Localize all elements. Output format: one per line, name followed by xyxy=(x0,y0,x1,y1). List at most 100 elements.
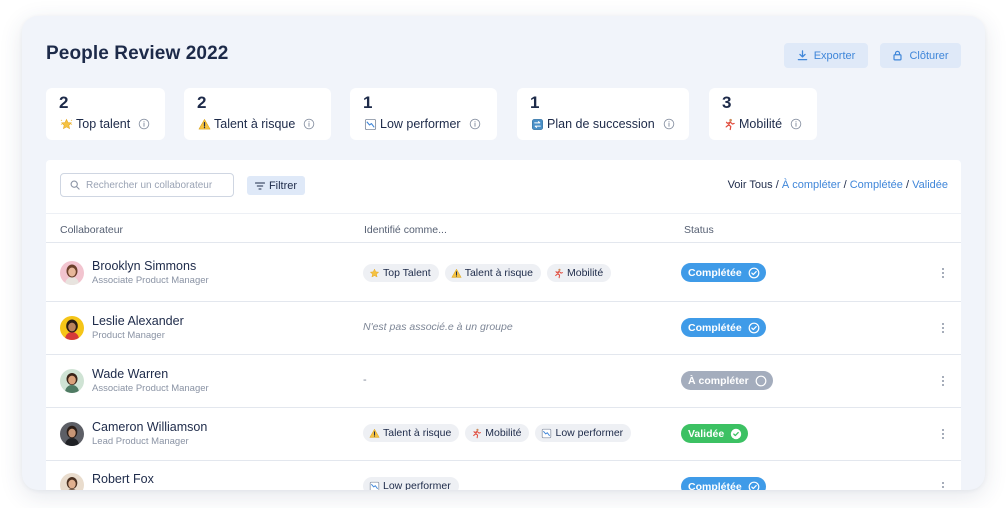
row-menu-icon[interactable] xyxy=(939,428,947,440)
tag-label: Talent à risque xyxy=(464,267,533,279)
info-icon[interactable] xyxy=(663,118,675,130)
lock-icon xyxy=(893,50,903,61)
star-icon xyxy=(59,117,73,131)
stat-label: Mobilité xyxy=(739,117,783,131)
view-all-link[interactable]: Tous xyxy=(749,179,772,191)
collaborator-role: Lead Product Manager xyxy=(92,436,189,447)
table-row[interactable]: Wade Warren Associate Product Manager - … xyxy=(46,355,961,408)
table-row[interactable]: Leslie Alexander Product Manager N'est p… xyxy=(46,302,961,355)
table-row[interactable]: Robert Fox Low performer Complétée xyxy=(46,461,961,490)
search-input[interactable] xyxy=(86,179,226,191)
row-menu-icon[interactable] xyxy=(939,481,947,490)
export-button[interactable]: Exporter xyxy=(784,43,868,68)
collaborator-role: Associate Product Manager xyxy=(92,383,209,394)
avatar xyxy=(60,261,84,285)
column-header-collaborator: Collaborateur xyxy=(60,224,124,236)
table-row[interactable]: Cameron Williamson Lead Product Manager … xyxy=(46,408,961,461)
collaborator-name: Wade Warren xyxy=(92,367,169,381)
empty-circle-icon xyxy=(755,375,767,386)
row-menu-icon[interactable] xyxy=(939,322,947,334)
tag-talent-at-risk: Talent à risque xyxy=(444,264,541,282)
info-icon[interactable] xyxy=(790,118,802,130)
search-icon xyxy=(70,180,80,190)
warning-icon xyxy=(197,117,211,131)
check-circle-icon xyxy=(748,481,760,490)
row-menu-icon[interactable] xyxy=(939,375,947,387)
avatar xyxy=(60,369,84,393)
status-badge[interactable]: Complétée xyxy=(681,318,766,337)
check-circle-icon xyxy=(748,267,760,278)
stat-count: 3 xyxy=(722,93,732,112)
page-title: People Review 2022 xyxy=(46,43,229,64)
stat-card-succession-plan[interactable]: 1 Plan de succession xyxy=(517,88,689,140)
tag-mobility: Mobilité xyxy=(465,424,530,442)
runner-icon xyxy=(553,268,564,279)
stat-label: Talent à risque xyxy=(214,117,296,131)
runner-icon xyxy=(722,117,736,131)
collaborator-name: Leslie Alexander xyxy=(92,314,184,328)
tag-low-performer: Low performer xyxy=(363,477,459,490)
tag-label: Top Talent xyxy=(383,267,431,279)
stat-card-low-performer[interactable]: 1 Low performer xyxy=(350,88,497,140)
status-badge[interactable]: Complétée xyxy=(681,477,766,490)
column-header-identified-as: Identifié comme... xyxy=(364,224,447,236)
stat-count: 1 xyxy=(530,93,540,112)
close-review-button[interactable]: Clôturer xyxy=(880,43,961,68)
tag-label: Low performer xyxy=(555,427,624,439)
row-menu-icon[interactable] xyxy=(939,267,947,279)
close-review-button-label: Clôturer xyxy=(909,49,949,62)
warning-icon xyxy=(451,268,462,279)
view-prefix: Voir xyxy=(727,179,747,191)
search-box[interactable] xyxy=(60,173,234,197)
tag-label: Mobilité xyxy=(566,267,604,279)
stat-card-mobility[interactable]: 3 Mobilité xyxy=(709,88,817,140)
chart-down-icon xyxy=(541,428,552,439)
view-validated-link[interactable]: Validée xyxy=(912,179,948,191)
filter-button-label: Filtrer xyxy=(268,179,298,192)
status-badge[interactable]: Complétée xyxy=(681,263,766,282)
stat-count: 2 xyxy=(59,93,69,112)
table-row[interactable]: Brooklyn Simmons Associate Product Manag… xyxy=(46,244,961,302)
view-done-link[interactable]: Complétée xyxy=(850,179,903,191)
check-circle-icon xyxy=(731,428,742,439)
status-label: Complétée xyxy=(688,266,742,279)
collaborator-role: Associate Product Manager xyxy=(92,275,209,286)
tag-top-talent: Top Talent xyxy=(363,264,439,282)
tag-label: Talent à risque xyxy=(383,427,452,439)
tag-label: Low performer xyxy=(383,480,451,490)
stat-card-top-talent[interactable]: 2 Top talent xyxy=(46,88,165,140)
info-icon[interactable] xyxy=(303,118,315,130)
avatar xyxy=(60,316,84,340)
stat-label: Top talent xyxy=(76,117,131,131)
status-badge[interactable]: À compléter xyxy=(681,371,773,390)
status-label: Complétée xyxy=(688,480,742,491)
collaborators-panel: Filtrer Voir Tous / À compléter / Complé… xyxy=(46,160,961,490)
status-label: Validée xyxy=(688,427,725,440)
no-group-text: N'est pas associé.e à un groupe xyxy=(363,321,513,333)
info-icon[interactable] xyxy=(138,118,150,130)
stat-label: Low performer xyxy=(380,117,461,131)
filter-button[interactable]: Filtrer xyxy=(247,176,305,195)
collaborator-name: Brooklyn Simmons xyxy=(92,259,197,273)
succession-icon xyxy=(530,117,544,131)
app-window: People Review 2022 Exporter Clôturer 2 T… xyxy=(22,16,985,490)
info-icon[interactable] xyxy=(469,118,481,130)
view-separator: / xyxy=(843,179,847,191)
empty-value: - xyxy=(363,374,367,386)
avatar xyxy=(60,422,84,446)
status-label: À compléter xyxy=(688,374,749,387)
stat-label: Plan de succession xyxy=(547,117,655,131)
view-separator: / xyxy=(775,179,779,191)
view-todo-link[interactable]: À compléter xyxy=(782,179,841,191)
collaborator-name: Cameron Williamson xyxy=(92,420,208,434)
filter-icon xyxy=(254,181,265,190)
status-label: Complétée xyxy=(688,321,742,334)
avatar xyxy=(60,473,84,490)
stat-card-talent-at-risk[interactable]: 2 Talent à risque xyxy=(184,88,331,140)
stat-count: 2 xyxy=(197,93,207,112)
column-header-status: Status xyxy=(684,224,714,236)
check-circle-icon xyxy=(748,322,760,333)
runner-icon xyxy=(471,428,482,439)
tag-low-performer: Low performer xyxy=(535,424,632,442)
status-badge[interactable]: Validée xyxy=(681,424,749,443)
